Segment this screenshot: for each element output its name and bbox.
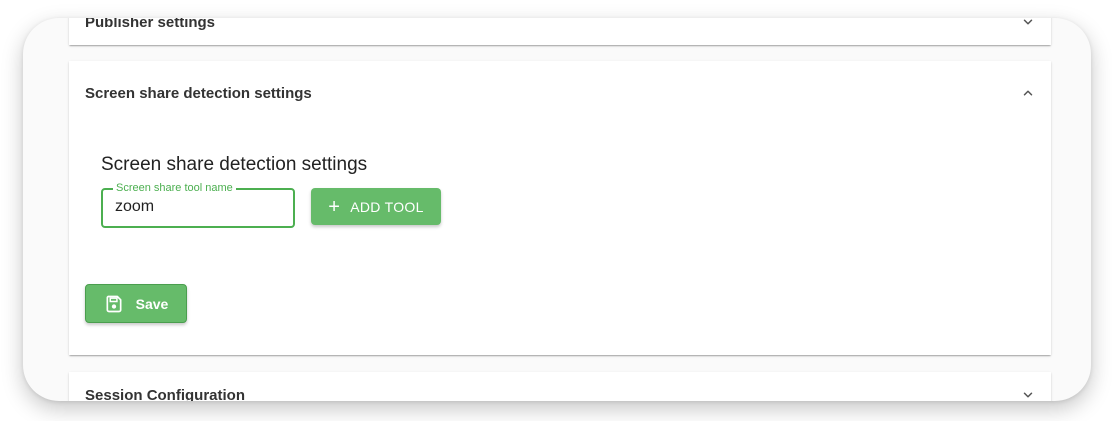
accordion-header-publisher[interactable]: Publisher settings xyxy=(85,18,1035,34)
chevron-down-icon[interactable] xyxy=(1021,388,1035,401)
screen-share-tool-input[interactable] xyxy=(115,198,285,216)
plus-icon: + xyxy=(328,195,341,218)
accordion-publisher-settings: Publisher settings xyxy=(69,18,1051,45)
screen-share-tool-field[interactable]: Screen share tool name xyxy=(101,181,295,228)
add-tool-button[interactable]: + ADD TOOL xyxy=(311,188,441,225)
app-window: Publisher settings Screen share detectio… xyxy=(23,18,1091,401)
chevron-up-icon[interactable] xyxy=(1021,86,1035,100)
accordion-session-configuration: Session Configuration xyxy=(69,372,1051,401)
accordion-header-session[interactable]: Session Configuration xyxy=(85,383,1035,401)
add-tool-label: ADD TOOL xyxy=(350,198,424,215)
save-label: Save xyxy=(135,295,169,312)
field-label: Screen share tool name xyxy=(113,181,236,195)
floppy-disk-icon xyxy=(104,294,124,314)
accordion-screen-share-detection: Screen share detection settings Screen s… xyxy=(69,61,1051,355)
accordion-title-screen-share: Screen share detection settings xyxy=(85,84,312,102)
accordion-title-session: Session Configuration xyxy=(85,386,246,402)
save-button[interactable]: Save xyxy=(85,284,187,323)
accordion-header-screen-share[interactable]: Screen share detection settings xyxy=(85,81,1035,105)
chevron-down-icon[interactable] xyxy=(1021,18,1035,29)
accordion-title-publisher: Publisher settings xyxy=(85,18,216,31)
section-heading: Screen share detection settings xyxy=(101,154,368,175)
